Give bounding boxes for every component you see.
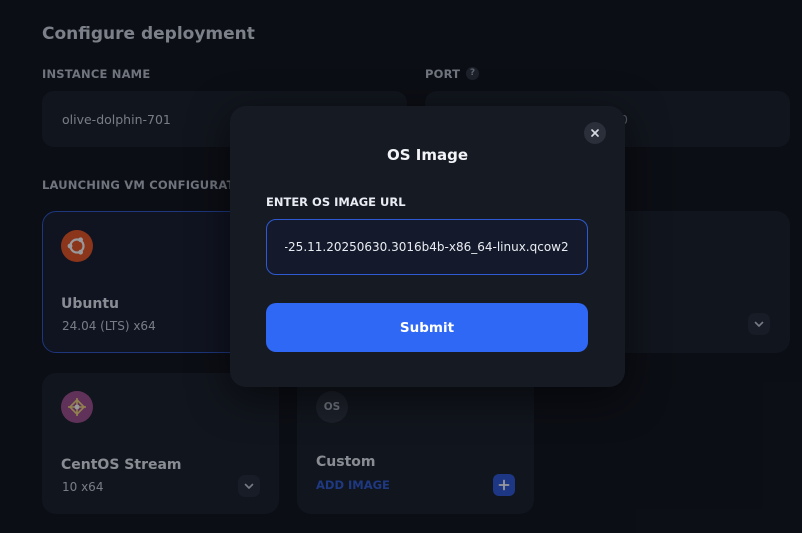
- submit-button[interactable]: Submit: [266, 303, 588, 352]
- os-image-url-input[interactable]: [266, 219, 588, 275]
- modal-title: OS Image: [386, 146, 469, 164]
- close-icon[interactable]: [584, 122, 606, 144]
- os-image-url-label: ENTER OS IMAGE URL: [266, 195, 406, 209]
- os-image-modal: OS Image ENTER OS IMAGE URL Submit: [230, 106, 625, 387]
